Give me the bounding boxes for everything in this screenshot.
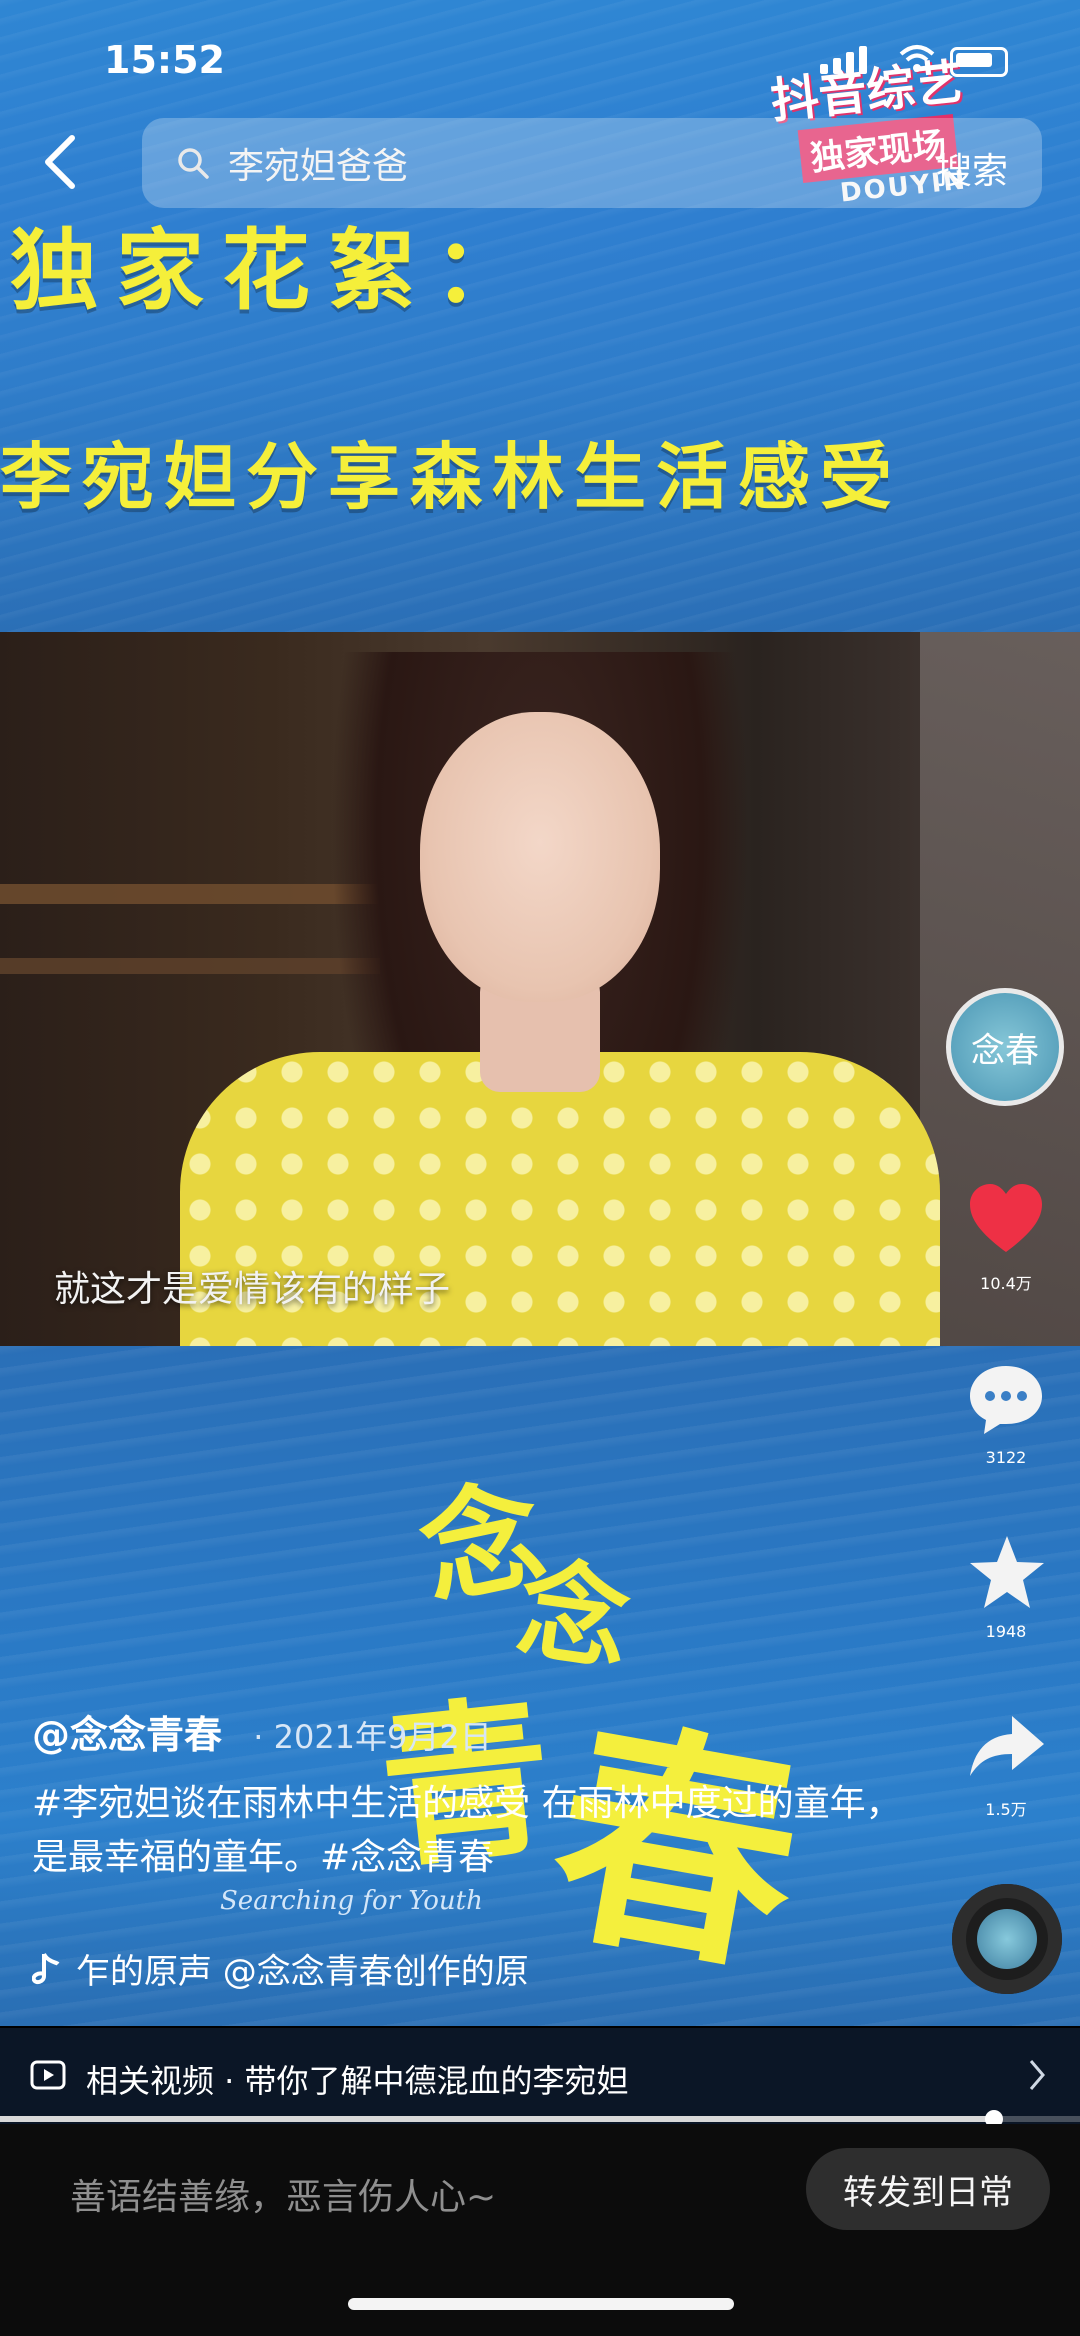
- video-progress-fill: [0, 2116, 994, 2122]
- search-icon: [178, 148, 209, 179]
- person-face: [420, 712, 660, 1002]
- music-info[interactable]: 乍的原声 @念念青春创作的原: [32, 1944, 529, 1993]
- music-note-icon: [32, 1952, 60, 1984]
- author-line: @念念青春 · 2021年9月2日: [32, 1704, 912, 1759]
- post-date: · 2021年9月2日: [253, 1718, 492, 1756]
- status-time: 15:52: [104, 38, 225, 82]
- like-count: 10.4万: [980, 1274, 1032, 1293]
- post-description[interactable]: #李宛妲谈在雨林中生活的感受 在雨林中度过的童年，是最幸福的童年。#念念青春: [32, 1777, 912, 1885]
- related-videos-text: 相关视频 · 带你了解中德混血的李宛妲: [86, 2062, 629, 2100]
- screen: 独家花絮： 李宛妲分享森林生活感受 就这才是爱情该有的样子 念 念 青 春 Se…: [0, 0, 1080, 2336]
- chevron-right-icon: [1029, 2060, 1045, 2090]
- video-progress-bar[interactable]: [0, 2110, 1080, 2128]
- search-input[interactable]: 李宛妲爸爸: [228, 137, 408, 189]
- status-icons: [820, 44, 1010, 77]
- search-button[interactable]: 搜索: [936, 142, 1008, 194]
- post-info: @念念青春 · 2021年9月2日 #李宛妲谈在雨林中生活的感受 在雨林中度过的…: [32, 1704, 912, 1885]
- author-avatar[interactable]: 念春: [946, 988, 1064, 1106]
- title-art-subtitle: Searching for Youth: [220, 1886, 483, 1916]
- music-title: 乍的原声 @念念青春创作的原: [76, 1952, 529, 1992]
- signal-icon: [833, 58, 841, 74]
- share-count: 1.5万: [985, 1800, 1027, 1819]
- wifi-icon: [899, 45, 935, 72]
- video-headline-line1: 独家花絮：: [10, 218, 541, 322]
- author-name[interactable]: @念念青春: [32, 1713, 222, 1757]
- background-shelf: [0, 884, 380, 904]
- comment-input[interactable]: 善语结善缘，恶言伤人心~: [70, 2168, 496, 2220]
- battery-icon: [950, 47, 1008, 77]
- favorite-star-icon[interactable]: [966, 1532, 1048, 1614]
- music-disc-cover: [977, 1909, 1037, 1969]
- favorite-count: 1948: [985, 1622, 1027, 1641]
- music-disc[interactable]: [952, 1884, 1062, 1994]
- comment-count: 3122: [985, 1448, 1027, 1467]
- like-heart-icon[interactable]: [966, 1180, 1046, 1260]
- comment-icon[interactable]: [964, 1358, 1048, 1442]
- background-shelf: [0, 958, 380, 974]
- share-arrow-icon[interactable]: [966, 1706, 1048, 1788]
- home-indicator: [348, 2298, 734, 2310]
- video-icon: [30, 2060, 66, 2090]
- search-bar[interactable]: 李宛妲爸爸: [142, 118, 1042, 208]
- repost-button[interactable]: 转发到日常: [806, 2148, 1050, 2230]
- signal-icon: [820, 64, 828, 74]
- video-subtitle: 就这才是爱情该有的样子: [54, 1269, 451, 1310]
- signal-icon: [859, 46, 867, 74]
- related-videos-bar[interactable]: 相关视频 · 带你了解中德混血的李宛妲: [0, 2028, 1080, 2124]
- video-headline-line2: 李宛妲分享森林生活感受: [0, 434, 903, 519]
- back-arrow-icon[interactable]: [38, 132, 86, 192]
- signal-icon: [846, 52, 854, 74]
- video-frame[interactable]: [0, 632, 1080, 1346]
